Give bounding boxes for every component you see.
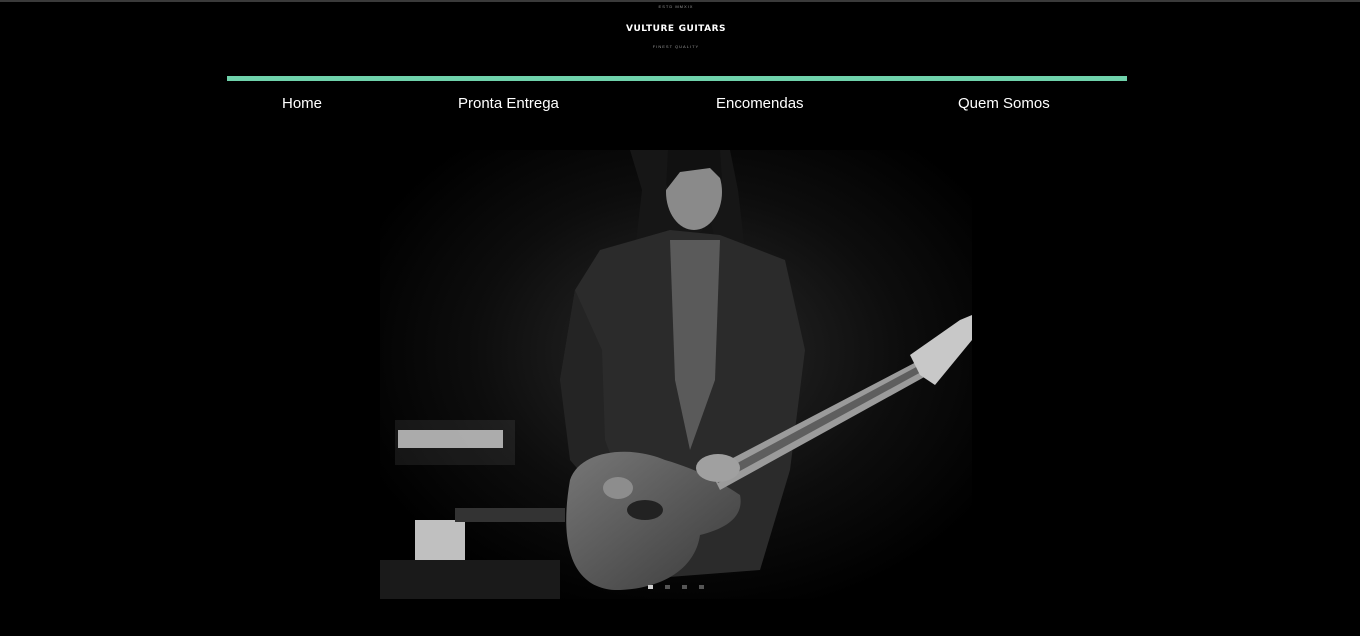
hero-carousel[interactable] bbox=[380, 150, 972, 599]
carousel-dot-4[interactable] bbox=[699, 585, 704, 589]
site-logo[interactable]: ESTD MMXIX VULTURE GUITARS FINEST QUALIT… bbox=[626, 4, 726, 52]
logo-brand-right: GUITARS bbox=[678, 24, 726, 34]
carousel-indicators bbox=[648, 585, 704, 589]
nav-home[interactable]: Home bbox=[282, 95, 322, 113]
carousel-dot-1[interactable] bbox=[648, 585, 653, 589]
carousel-dot-3[interactable] bbox=[682, 585, 687, 589]
top-border bbox=[0, 0, 1360, 2]
nav-encomendas[interactable]: Encomendas bbox=[716, 95, 804, 113]
nav-quem-somos[interactable]: Quem Somos bbox=[958, 95, 1050, 113]
nav-accent-bar bbox=[227, 76, 1127, 81]
carousel-dot-2[interactable] bbox=[665, 585, 670, 589]
nav-pronta-entrega[interactable]: Pronta Entrega bbox=[458, 95, 559, 113]
logo-established-text: ESTD MMXIX bbox=[658, 4, 694, 9]
logo-quality-text: FINEST QUALITY bbox=[652, 44, 700, 49]
logo-brand: VULTURE GUITARS bbox=[626, 22, 726, 36]
logo-brand-left: VULTURE bbox=[626, 24, 675, 34]
hero-image-guitarist bbox=[380, 150, 972, 599]
